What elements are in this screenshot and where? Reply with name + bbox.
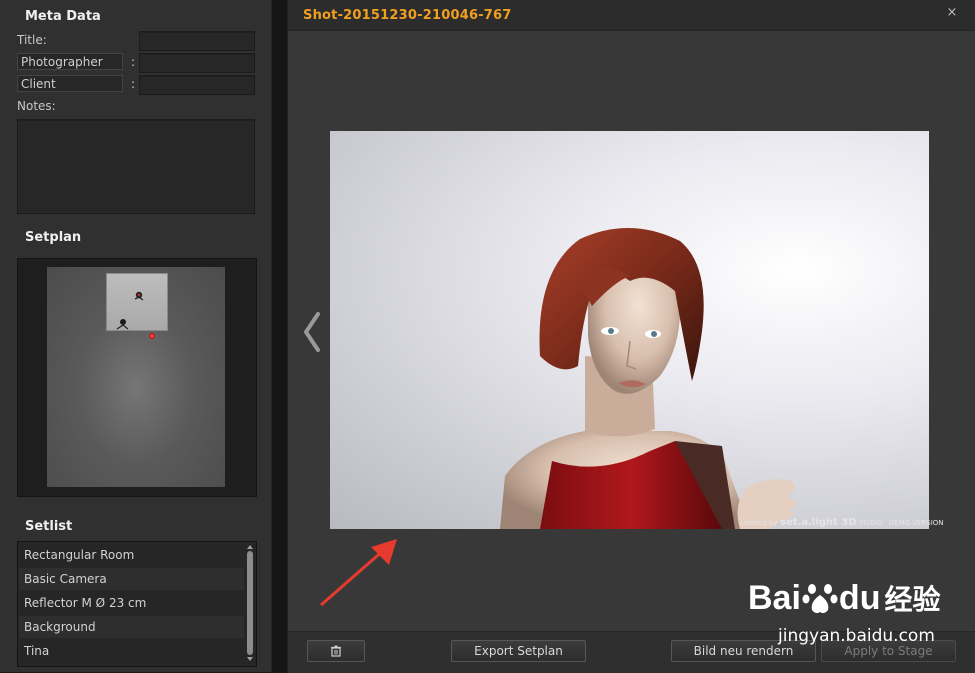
scroll-down-icon[interactable] [247,657,253,661]
model-figure-icon [134,291,144,301]
title-input[interactable] [139,31,255,51]
setlist-item-tina[interactable]: Tina [19,640,244,662]
baidu-url: jingyan.baidu.com [778,626,935,646]
photographer-label: Photographer [17,53,123,70]
setlist-title: Setlist [25,519,73,534]
baidu-paw-icon [802,584,838,614]
setlist-item-background[interactable]: Background [19,616,244,638]
panel-gap [272,0,287,672]
model-render-image [500,227,797,529]
photographer-colon: : [131,55,136,69]
camera-marker-icon [149,333,155,339]
title-label: Title: [17,33,47,47]
setlist-item-reflector[interactable]: Reflector M Ø 23 cm [19,592,244,614]
annotation-arrow-icon [320,539,397,607]
reflector-icon [116,319,129,330]
baidu-text-2: du [838,578,881,617]
setlist-scroll-thumb[interactable] [247,551,253,655]
delete-button[interactable] [307,640,365,662]
setplan-title: Setplan [25,230,82,245]
client-colon: : [131,77,136,91]
notes-label: Notes: [17,99,56,113]
rendered-photo [330,131,929,529]
trash-icon [331,645,341,657]
baidu-watermark: Bai du 经验 [748,578,940,618]
export-setplan-button[interactable]: Export Setplan [451,640,586,662]
setlist-item-rectangular-room[interactable]: Rectangular Room [19,544,244,566]
window-title: Shot-20151230-210046-767 [303,8,512,23]
previous-shot-icon[interactable] [300,310,324,354]
meta-data-title: Meta Data [25,9,101,24]
setplan-objects [116,291,155,339]
render-watermark: created by set.a.light 3D STUDIO DEMO VE… [740,517,944,528]
client-input[interactable] [139,75,255,95]
scroll-up-icon[interactable] [247,545,253,549]
baidu-text-1: Bai [748,578,801,617]
setlist-item-basic-camera[interactable]: Basic Camera [19,568,244,590]
client-label: Client [17,75,123,92]
notes-textarea[interactable] [17,119,255,214]
baidu-jingyan-text: 经验 [884,583,941,616]
photographer-input[interactable] [139,53,255,73]
close-button[interactable]: × [945,5,959,21]
